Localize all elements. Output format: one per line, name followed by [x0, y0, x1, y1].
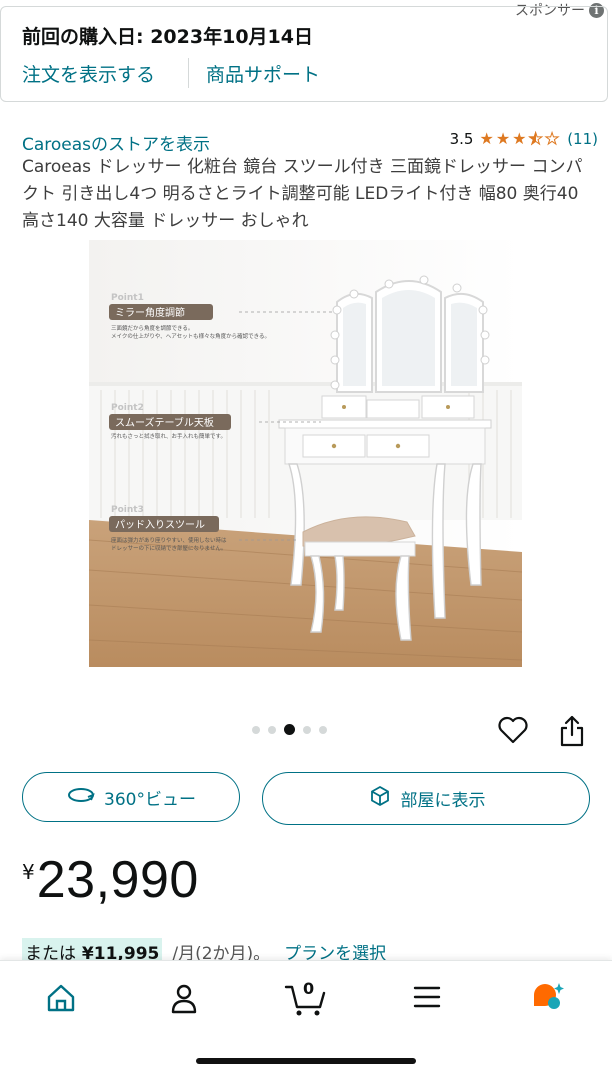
cart-icon[interactable]: 0	[284, 979, 328, 1021]
share-icon[interactable]	[558, 714, 586, 752]
view-in-room-label: 部屋に表示	[400, 791, 486, 811]
view-360-button[interactable]: 360°ビュー	[22, 772, 240, 822]
rufus-assistant-icon[interactable]	[530, 981, 566, 1019]
price: ¥ 23,990	[22, 850, 199, 910]
star-full-icon: ★	[479, 129, 494, 148]
store-link[interactable]: Caroeasのストアを表示	[22, 130, 210, 155]
point1-line2: メイクの仕上がりや、ヘアセットも様々な角度から確認できる。	[111, 332, 270, 340]
home-indicator	[196, 1058, 416, 1064]
point2-title: スムーズテーブル天板	[115, 416, 214, 429]
rating-summary[interactable]: 3.5 ★ ★ ★ ★ ★ (11)	[450, 130, 598, 148]
home-icon[interactable]	[44, 981, 78, 1019]
purchase-history-card	[0, 6, 608, 102]
cart-count: 0	[303, 979, 315, 998]
point1-title: ミラー角度調節	[115, 306, 185, 319]
view-360-label: 360°ビュー	[104, 789, 196, 810]
point3-line2: ドレッサーの下に収納でき部屋になりません。	[111, 544, 226, 552]
menu-icon[interactable]	[412, 985, 442, 1013]
product-title: Caroeas ドレッサー 化粧台 鏡台 スツール付き 三面鏡ドレッサー コンパ…	[22, 157, 583, 231]
carousel-indicator	[252, 724, 327, 735]
star-empty-icon: ★	[544, 129, 560, 148]
point2-line1: 汚れもさっと拭き取れ、お手入れも簡単です。	[111, 432, 226, 440]
price-amount: 23,990	[36, 851, 199, 909]
account-icon[interactable]	[168, 981, 200, 1019]
point3-tag: Point3	[111, 505, 144, 515]
star-full-icon: ★	[512, 129, 527, 148]
point3-title: パッド入りスツール	[115, 519, 205, 531]
rotate-360-icon	[66, 785, 96, 810]
point2-tag: Point2	[111, 403, 144, 413]
point1-line1: 三面鏡だから角度を調節できる。	[111, 324, 193, 332]
rating-count: (11)	[567, 130, 598, 148]
carousel-dot[interactable]	[319, 725, 327, 734]
point1-tag: Point1	[111, 293, 144, 303]
ar-cube-icon	[367, 783, 393, 814]
view-order-link[interactable]: 注文を表示する	[22, 60, 155, 87]
view-in-room-button[interactable]: 部屋に表示	[262, 772, 590, 825]
wishlist-heart-icon[interactable]	[497, 715, 529, 749]
product-image[interactable]: Point1 ミラー角度調節 三面鏡だから角度を調節できる。 メイクの仕上がりや…	[89, 240, 522, 667]
last-purchase-date: 前回の購入日: 2023年10月14日	[22, 26, 313, 48]
point3-line1: 座面は弾力があり座りやすい、使用しない時は	[111, 536, 227, 544]
star-half-icon: ★	[528, 129, 543, 148]
link-divider	[188, 58, 189, 88]
star-full-icon: ★	[495, 129, 511, 148]
product-support-link[interactable]: 商品サポート	[206, 60, 320, 87]
currency-symbol: ¥	[22, 860, 35, 884]
carousel-dot[interactable]	[303, 725, 311, 734]
carousel-dot[interactable]	[252, 725, 260, 734]
carousel-dot[interactable]	[268, 725, 276, 734]
carousel-dot-active[interactable]	[284, 724, 295, 735]
rating-value: 3.5	[449, 130, 474, 148]
